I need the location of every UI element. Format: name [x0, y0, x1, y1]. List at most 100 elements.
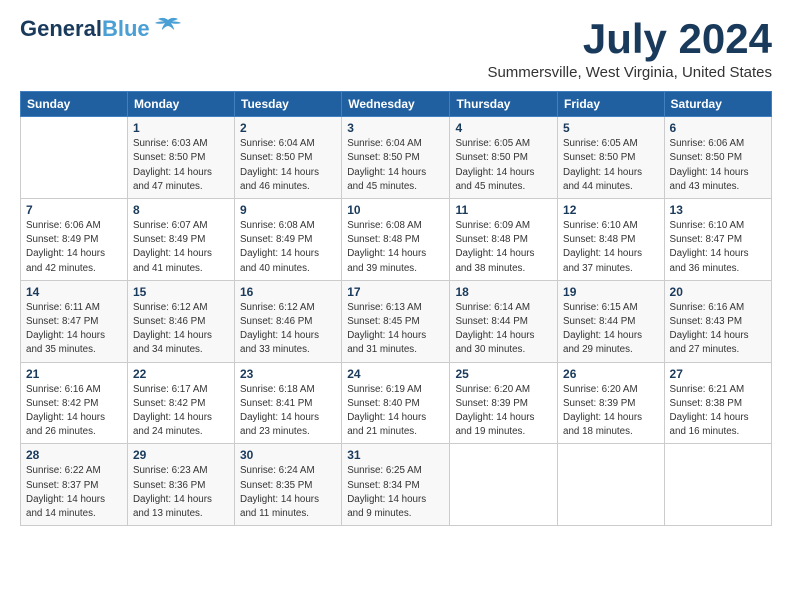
calendar-cell — [21, 117, 128, 199]
day-number: 15 — [133, 285, 229, 299]
day-number: 18 — [455, 285, 552, 299]
cell-info: Sunrise: 6:06 AMSunset: 8:49 PMDaylight:… — [26, 220, 105, 274]
logo-blue-text: Blue — [102, 16, 150, 41]
calendar-cell: 6Sunrise: 6:06 AMSunset: 8:50 PMDaylight… — [664, 117, 771, 199]
day-number: 5 — [563, 121, 659, 135]
calendar-cell: 5 Sunrise: 6:05 AMSunset: 8:50 PMDaylight… — [558, 117, 665, 199]
day-number: 8 — [133, 203, 229, 217]
header-row: Sunday Monday Tuesday Wednesday Thursday… — [21, 92, 772, 117]
calendar-cell: 19 Sunrise: 6:15 AMSunset: 8:44 PMDayligh… — [558, 280, 665, 362]
calendar-cell: 24 Sunrise: 6:19 AMSunset: 8:40 PMDayligh… — [342, 362, 450, 444]
calendar-cell: 12 Sunrise: 6:10 AMSunset: 8:48 PMDayligh… — [558, 199, 665, 281]
location: Summersville, West Virginia, United Stat… — [487, 64, 772, 81]
calendar-cell: 14 Sunrise: 6:11 AMSunset: 8:47 PMDayligh… — [21, 280, 128, 362]
cell-info: Sunrise: 6:15 AMSunset: 8:44 PMDaylight:… — [563, 302, 642, 356]
calendar-cell: 25Sunrise: 6:20 AMSunset: 8:39 PMDayligh… — [450, 362, 558, 444]
day-number: 2 — [240, 121, 336, 135]
cell-info: Sunrise: 6:19 AMSunset: 8:40 PMDaylight:… — [347, 384, 426, 438]
calendar-cell: 31 Sunrise: 6:25 AMSunset: 8:34 PMDayligh… — [342, 444, 450, 526]
day-number: 21 — [26, 367, 122, 381]
col-friday: Friday — [558, 92, 665, 117]
cell-info: Sunrise: 6:17 AMSunset: 8:42 PMDaylight:… — [133, 384, 212, 438]
page-container: GeneralBlue July 2024 Summersville, West… — [0, 0, 792, 536]
day-number: 19 — [563, 285, 659, 299]
day-number: 16 — [240, 285, 336, 299]
calendar-cell: 1Sunrise: 6:03 AMSunset: 8:50 PMDaylight… — [127, 117, 234, 199]
cell-info: Sunrise: 6:03 AMSunset: 8:50 PMDaylight:… — [133, 138, 212, 192]
cell-info: Sunrise: 6:13 AMSunset: 8:45 PMDaylight:… — [347, 302, 426, 356]
day-number: 24 — [347, 367, 444, 381]
cell-info: Sunrise: 6:23 AMSunset: 8:36 PMDaylight:… — [133, 465, 212, 519]
day-number: 4 — [455, 121, 552, 135]
cell-info: Sunrise: 6:05 AMSunset: 8:50 PMDaylight:… — [455, 138, 534, 192]
col-wednesday: Wednesday — [342, 92, 450, 117]
day-number: 10 — [347, 203, 444, 217]
day-number: 29 — [133, 448, 229, 462]
cell-info: Sunrise: 6:04 AMSunset: 8:50 PMDaylight:… — [240, 138, 319, 192]
day-number: 6 — [670, 121, 766, 135]
calendar-cell: 15Sunrise: 6:12 AMSunset: 8:46 PMDayligh… — [127, 280, 234, 362]
calendar-cell: 23Sunrise: 6:18 AMSunset: 8:41 PMDayligh… — [235, 362, 342, 444]
cell-info: Sunrise: 6:25 AMSunset: 8:34 PMDaylight:… — [347, 465, 426, 519]
calendar-cell: 20Sunrise: 6:16 AMSunset: 8:43 PMDayligh… — [664, 280, 771, 362]
day-number: 23 — [240, 367, 336, 381]
col-monday: Monday — [127, 92, 234, 117]
col-sunday: Sunday — [21, 92, 128, 117]
calendar-cell: 16 Sunrise: 6:12 AMSunset: 8:46 PMDayligh… — [235, 280, 342, 362]
calendar-cell: 8 Sunrise: 6:07 AMSunset: 8:49 PMDaylight… — [127, 199, 234, 281]
col-thursday: Thursday — [450, 92, 558, 117]
calendar-cell — [450, 444, 558, 526]
cell-info: Sunrise: 6:09 AMSunset: 8:48 PMDaylight:… — [455, 220, 534, 274]
logo: GeneralBlue — [20, 16, 182, 41]
week-row-4: 21 Sunrise: 6:16 AMSunset: 8:42 PMDayligh… — [21, 362, 772, 444]
calendar-cell — [558, 444, 665, 526]
cell-info: Sunrise: 6:10 AMSunset: 8:48 PMDaylight:… — [563, 220, 642, 274]
calendar-cell: 10 Sunrise: 6:08 AMSunset: 8:48 PMDayligh… — [342, 199, 450, 281]
cell-info: Sunrise: 6:11 AMSunset: 8:47 PMDaylight:… — [26, 302, 105, 356]
calendar-cell: 30Sunrise: 6:24 AMSunset: 8:35 PMDayligh… — [235, 444, 342, 526]
calendar-cell: 2 Sunrise: 6:04 AMSunset: 8:50 PMDaylight… — [235, 117, 342, 199]
day-number: 3 — [347, 121, 444, 135]
calendar-cell: 26 Sunrise: 6:20 AMSunset: 8:39 PMDayligh… — [558, 362, 665, 444]
cell-info: Sunrise: 6:08 AMSunset: 8:49 PMDaylight:… — [240, 220, 319, 274]
week-row-5: 28 Sunrise: 6:22 AMSunset: 8:37 PMDayligh… — [21, 444, 772, 526]
day-number: 28 — [26, 448, 122, 462]
calendar-cell: 7Sunrise: 6:06 AMSunset: 8:49 PMDaylight… — [21, 199, 128, 281]
day-number: 31 — [347, 448, 444, 462]
cell-info: Sunrise: 6:16 AMSunset: 8:42 PMDaylight:… — [26, 384, 105, 438]
cell-info: Sunrise: 6:10 AMSunset: 8:47 PMDaylight:… — [670, 220, 749, 274]
header: GeneralBlue July 2024 Summersville, West… — [20, 16, 772, 81]
calendar-cell: 27Sunrise: 6:21 AMSunset: 8:38 PMDayligh… — [664, 362, 771, 444]
cell-info: Sunrise: 6:08 AMSunset: 8:48 PMDaylight:… — [347, 220, 426, 274]
col-tuesday: Tuesday — [235, 92, 342, 117]
day-number: 26 — [563, 367, 659, 381]
calendar-cell: 17 Sunrise: 6:13 AMSunset: 8:45 PMDayligh… — [342, 280, 450, 362]
logo-general: General — [20, 16, 102, 41]
calendar-cell — [664, 444, 771, 526]
calendar-cell: 3Sunrise: 6:04 AMSunset: 8:50 PMDaylight… — [342, 117, 450, 199]
logo-bird-icon — [154, 16, 182, 38]
cell-info: Sunrise: 6:14 AMSunset: 8:44 PMDaylight:… — [455, 302, 534, 356]
day-number: 17 — [347, 285, 444, 299]
day-number: 30 — [240, 448, 336, 462]
calendar-cell: 28 Sunrise: 6:22 AMSunset: 8:37 PMDayligh… — [21, 444, 128, 526]
cell-info: Sunrise: 6:12 AMSunset: 8:46 PMDaylight:… — [240, 302, 319, 356]
cell-info: Sunrise: 6:07 AMSunset: 8:49 PMDaylight:… — [133, 220, 212, 274]
logo-text: GeneralBlue — [20, 16, 150, 41]
day-number: 14 — [26, 285, 122, 299]
day-number: 20 — [670, 285, 766, 299]
calendar-cell: 22Sunrise: 6:17 AMSunset: 8:42 PMDayligh… — [127, 362, 234, 444]
day-number: 25 — [455, 367, 552, 381]
calendar-cell: 13 Sunrise: 6:10 AMSunset: 8:47 PMDayligh… — [664, 199, 771, 281]
col-saturday: Saturday — [664, 92, 771, 117]
day-number: 9 — [240, 203, 336, 217]
cell-info: Sunrise: 6:20 AMSunset: 8:39 PMDaylight:… — [563, 384, 642, 438]
title-block: July 2024 Summersville, West Virginia, U… — [487, 16, 772, 81]
cell-info: Sunrise: 6:05 AMSunset: 8:50 PMDaylight:… — [563, 138, 642, 192]
day-number: 13 — [670, 203, 766, 217]
day-number: 12 — [563, 203, 659, 217]
cell-info: Sunrise: 6:22 AMSunset: 8:37 PMDaylight:… — [26, 465, 105, 519]
month-title: July 2024 — [487, 16, 772, 62]
calendar-cell: 18 Sunrise: 6:14 AMSunset: 8:44 PMDayligh… — [450, 280, 558, 362]
day-number: 27 — [670, 367, 766, 381]
